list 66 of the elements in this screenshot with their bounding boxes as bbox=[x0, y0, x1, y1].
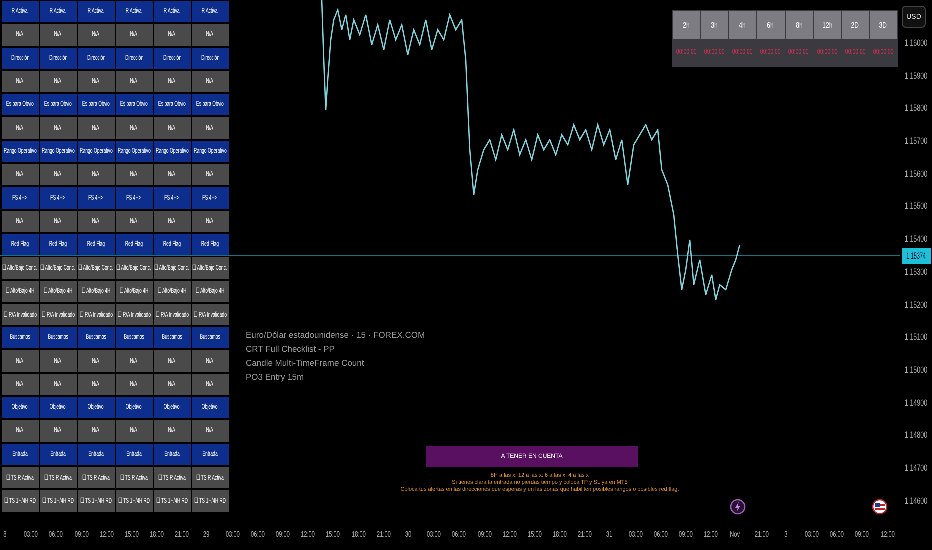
time-label: 8 bbox=[2, 530, 8, 538]
price-label: 1,15800 bbox=[904, 102, 929, 114]
price-label: 1,15200 bbox=[904, 298, 929, 310]
timeframe-label: 2D bbox=[842, 11, 869, 39]
time-label: 21:00 bbox=[174, 530, 190, 538]
flag-icon[interactable] bbox=[872, 499, 888, 515]
price-label: 1,15900 bbox=[904, 70, 929, 82]
price-label: 1,15400 bbox=[904, 233, 929, 246]
timeframe-label: 3h bbox=[701, 11, 728, 39]
time-label: 18:00 bbox=[552, 530, 568, 538]
timeframe-label: 6h bbox=[757, 11, 784, 39]
price-label: 1,15600 bbox=[904, 168, 929, 180]
lightning-icon[interactable] bbox=[730, 499, 746, 515]
time-label: 03:00 bbox=[23, 530, 40, 538]
time-label: 12:00 bbox=[98, 530, 115, 538]
time-label: 09:00 bbox=[476, 530, 493, 538]
current-price-badge: 1,15374 bbox=[902, 248, 931, 264]
timeframe-label: 12h bbox=[814, 11, 841, 39]
time-label: 12:00 bbox=[300, 530, 316, 538]
time-label: 30 bbox=[404, 530, 412, 538]
time-label: 21:00 bbox=[577, 530, 594, 538]
time-label: 15:00 bbox=[124, 530, 140, 538]
time-label: 18:00 bbox=[350, 530, 367, 538]
price-label: 1,15300 bbox=[904, 266, 929, 278]
time-label: 06:00 bbox=[250, 530, 266, 538]
time-label: 09:00 bbox=[854, 530, 870, 538]
price-label: 1,14800 bbox=[904, 429, 929, 442]
indicator-legend[interactable]: PO3 Entry 15m bbox=[246, 372, 304, 382]
time-label: 09:00 bbox=[74, 530, 90, 538]
time-label: 29 bbox=[202, 530, 211, 538]
time-label: 18:00 bbox=[149, 530, 166, 538]
price-label: 1,14600 bbox=[904, 494, 929, 507]
price-label: 1,14700 bbox=[904, 462, 929, 474]
time-label: 09:00 bbox=[275, 530, 292, 538]
indicator-legend[interactable]: Euro/Dólar estadounidense · 15 · FOREX.COM bbox=[246, 330, 426, 340]
timeframe-label: 2h bbox=[673, 11, 700, 39]
timeframe-label: 8h bbox=[786, 11, 813, 39]
price-label: 1,15700 bbox=[904, 135, 929, 148]
time-label: 03:00 bbox=[628, 530, 644, 538]
time-label: 21:00 bbox=[376, 530, 392, 538]
time-label: 03:00 bbox=[224, 530, 241, 538]
indicator-legend[interactable]: Candle Multi-TimeFrame Count bbox=[246, 358, 364, 368]
time-label: 03:00 bbox=[804, 530, 820, 538]
price-label: 1,14900 bbox=[904, 396, 929, 409]
time-label: 03:00 bbox=[426, 530, 442, 538]
price-label: 1,15000 bbox=[904, 364, 929, 376]
time-label: 3 bbox=[783, 530, 788, 538]
price-label: 1,15500 bbox=[904, 200, 929, 212]
price-label: 1,16000 bbox=[904, 37, 929, 49]
time-label: 15:00 bbox=[325, 530, 342, 538]
time-label: Nov bbox=[729, 530, 742, 538]
timeframe-label: 4h bbox=[729, 11, 756, 39]
time-label: 31 bbox=[605, 530, 614, 538]
time-label: 15:00 bbox=[526, 530, 543, 538]
time-label: 12:00 bbox=[880, 530, 896, 538]
timeframe-label: 3D bbox=[870, 11, 897, 39]
time-label: 12:00 bbox=[703, 530, 720, 538]
time-label: 21:00 bbox=[754, 530, 770, 538]
time-label: 06:00 bbox=[652, 530, 669, 538]
time-label: 06:00 bbox=[829, 530, 846, 538]
price-label: 1,15100 bbox=[904, 331, 929, 344]
indicator-legend[interactable]: CRT Full Checklist - PP bbox=[246, 344, 335, 354]
time-label: 09:00 bbox=[678, 530, 694, 538]
time-label: 12:00 bbox=[502, 530, 518, 538]
time-label: 06:00 bbox=[48, 530, 64, 538]
time-label: 06:00 bbox=[451, 530, 468, 538]
